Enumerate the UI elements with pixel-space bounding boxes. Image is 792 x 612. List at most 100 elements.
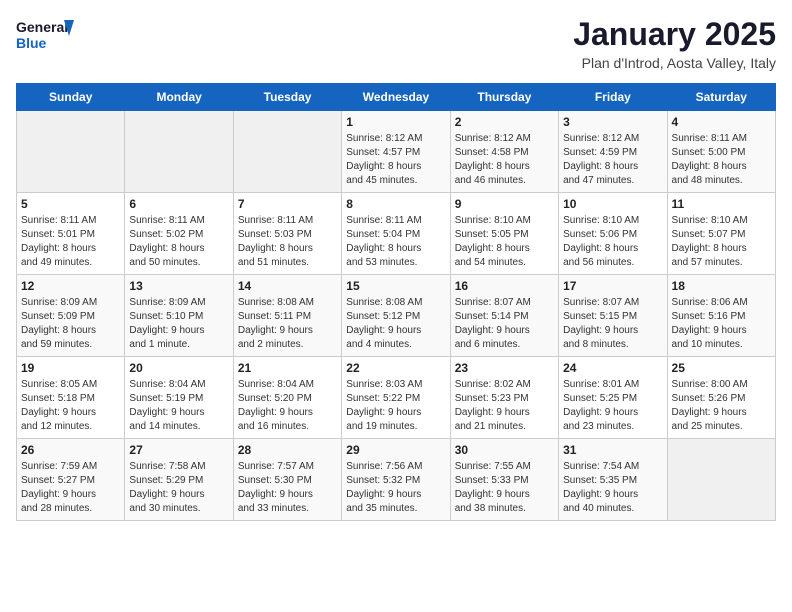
day-info: Sunrise: 8:04 AMSunset: 5:20 PMDaylight:… bbox=[238, 378, 337, 434]
week-row-2: 5 Sunrise: 8:11 AMSunset: 5:01 PMDaylight… bbox=[17, 193, 776, 275]
calendar-cell: 3 Sunrise: 8:12 AMSunset: 4:59 PMDaylight… bbox=[559, 111, 667, 193]
day-number: 22 bbox=[346, 361, 445, 375]
calendar-cell: 23 Sunrise: 8:02 AMSunset: 5:23 PMDayligh… bbox=[450, 357, 558, 439]
day-number: 1 bbox=[346, 115, 445, 129]
day-number: 30 bbox=[455, 443, 554, 457]
day-info: Sunrise: 8:11 AMSunset: 5:02 PMDaylight:… bbox=[129, 214, 228, 270]
calendar-cell: 6 Sunrise: 8:11 AMSunset: 5:02 PMDaylight… bbox=[125, 193, 233, 275]
day-number: 8 bbox=[346, 197, 445, 211]
calendar-cell: 12 Sunrise: 8:09 AMSunset: 5:09 PMDayligh… bbox=[17, 275, 125, 357]
day-info: Sunrise: 7:54 AMSunset: 5:35 PMDaylight:… bbox=[563, 460, 662, 516]
day-header-friday: Friday bbox=[559, 84, 667, 111]
day-info: Sunrise: 8:09 AMSunset: 5:09 PMDaylight:… bbox=[21, 296, 120, 352]
day-number: 14 bbox=[238, 279, 337, 293]
calendar-title: January 2025 bbox=[573, 16, 776, 53]
day-number: 25 bbox=[672, 361, 771, 375]
calendar-cell: 27Sunrise: 7:58 AMSunset: 5:29 PMDayligh… bbox=[125, 439, 233, 521]
calendar-cell: 31 Sunrise: 7:54 AMSunset: 5:35 PMDayligh… bbox=[559, 439, 667, 521]
calendar-cell: 2Sunrise: 8:12 AMSunset: 4:58 PMDaylight… bbox=[450, 111, 558, 193]
day-number: 16 bbox=[455, 279, 554, 293]
calendar-cell: 14 Sunrise: 8:08 AMSunset: 5:11 PMDayligh… bbox=[233, 275, 341, 357]
day-number: 20 bbox=[129, 361, 228, 375]
week-row-5: 26Sunrise: 7:59 AMSunset: 5:27 PMDayligh… bbox=[17, 439, 776, 521]
day-info: Sunrise: 8:07 AMSunset: 5:14 PMDaylight:… bbox=[455, 296, 554, 352]
day-info: Sunrise: 8:11 AMSunset: 5:01 PMDaylight:… bbox=[21, 214, 120, 270]
logo: GeneralBlue bbox=[16, 16, 76, 52]
day-number: 27 bbox=[129, 443, 228, 457]
calendar-cell: 8 Sunrise: 8:11 AMSunset: 5:04 PMDaylight… bbox=[342, 193, 450, 275]
day-number: 19 bbox=[21, 361, 120, 375]
day-number: 5 bbox=[21, 197, 120, 211]
day-number: 17 bbox=[563, 279, 662, 293]
svg-text:General: General bbox=[16, 19, 68, 35]
calendar-cell: 17 Sunrise: 8:07 AMSunset: 5:15 PMDayligh… bbox=[559, 275, 667, 357]
calendar-cell: 9Sunrise: 8:10 AMSunset: 5:05 PMDaylight… bbox=[450, 193, 558, 275]
day-info: Sunrise: 8:00 AMSunset: 5:26 PMDaylight:… bbox=[672, 378, 771, 434]
calendar-cell: 21 Sunrise: 8:04 AMSunset: 5:20 PMDayligh… bbox=[233, 357, 341, 439]
day-info: Sunrise: 8:03 AMSunset: 5:22 PMDaylight:… bbox=[346, 378, 445, 434]
calendar-cell: 1 Sunrise: 8:12 AMSunset: 4:57 PMDaylight… bbox=[342, 111, 450, 193]
calendar-cell: 30Sunrise: 7:55 AMSunset: 5:33 PMDayligh… bbox=[450, 439, 558, 521]
day-info: Sunrise: 7:57 AMSunset: 5:30 PMDaylight:… bbox=[238, 460, 337, 516]
day-number: 11 bbox=[672, 197, 771, 211]
day-number: 4 bbox=[672, 115, 771, 129]
calendar-cell: 11Sunrise: 8:10 AMSunset: 5:07 PMDayligh… bbox=[667, 193, 775, 275]
day-info: Sunrise: 8:12 AMSunset: 4:57 PMDaylight:… bbox=[346, 132, 445, 188]
calendar-cell: 13 Sunrise: 8:09 AMSunset: 5:10 PMDayligh… bbox=[125, 275, 233, 357]
calendar-table: SundayMondayTuesdayWednesdayThursdayFrid… bbox=[16, 83, 776, 521]
day-info: Sunrise: 8:10 AMSunset: 5:05 PMDaylight:… bbox=[455, 214, 554, 270]
day-header-wednesday: Wednesday bbox=[342, 84, 450, 111]
day-info: Sunrise: 8:04 AMSunset: 5:19 PMDaylight:… bbox=[129, 378, 228, 434]
calendar-cell: 15Sunrise: 8:08 AMSunset: 5:12 PMDayligh… bbox=[342, 275, 450, 357]
day-header-monday: Monday bbox=[125, 84, 233, 111]
day-number: 3 bbox=[563, 115, 662, 129]
day-number: 31 bbox=[563, 443, 662, 457]
page-header: GeneralBlue January 2025 Plan d'Introd, … bbox=[16, 16, 776, 71]
week-row-4: 19 Sunrise: 8:05 AMSunset: 5:18 PMDayligh… bbox=[17, 357, 776, 439]
day-number: 26 bbox=[21, 443, 120, 457]
calendar-cell: 22 Sunrise: 8:03 AMSunset: 5:22 PMDayligh… bbox=[342, 357, 450, 439]
day-info: Sunrise: 8:09 AMSunset: 5:10 PMDaylight:… bbox=[129, 296, 228, 352]
day-number: 12 bbox=[21, 279, 120, 293]
day-number: 23 bbox=[455, 361, 554, 375]
day-info: Sunrise: 8:01 AMSunset: 5:25 PMDaylight:… bbox=[563, 378, 662, 434]
day-number: 10 bbox=[563, 197, 662, 211]
calendar-cell bbox=[233, 111, 341, 193]
week-row-1: 1 Sunrise: 8:12 AMSunset: 4:57 PMDaylight… bbox=[17, 111, 776, 193]
day-number: 6 bbox=[129, 197, 228, 211]
day-number: 13 bbox=[129, 279, 228, 293]
svg-text:Blue: Blue bbox=[16, 35, 47, 51]
day-info: Sunrise: 8:12 AMSunset: 4:59 PMDaylight:… bbox=[563, 132, 662, 188]
days-header-row: SundayMondayTuesdayWednesdayThursdayFrid… bbox=[17, 84, 776, 111]
day-info: Sunrise: 8:12 AMSunset: 4:58 PMDaylight:… bbox=[455, 132, 554, 188]
day-number: 24 bbox=[563, 361, 662, 375]
day-header-thursday: Thursday bbox=[450, 84, 558, 111]
logo-svg: GeneralBlue bbox=[16, 16, 76, 52]
day-info: Sunrise: 8:11 AMSunset: 5:04 PMDaylight:… bbox=[346, 214, 445, 270]
calendar-cell: 4Sunrise: 8:11 AMSunset: 5:00 PMDaylight… bbox=[667, 111, 775, 193]
title-area: January 2025 Plan d'Introd, Aosta Valley… bbox=[573, 16, 776, 71]
day-header-sunday: Sunday bbox=[17, 84, 125, 111]
day-info: Sunrise: 8:05 AMSunset: 5:18 PMDaylight:… bbox=[21, 378, 120, 434]
calendar-cell: 16 Sunrise: 8:07 AMSunset: 5:14 PMDayligh… bbox=[450, 275, 558, 357]
calendar-cell: 24 Sunrise: 8:01 AMSunset: 5:25 PMDayligh… bbox=[559, 357, 667, 439]
day-info: Sunrise: 8:06 AMSunset: 5:16 PMDaylight:… bbox=[672, 296, 771, 352]
day-number: 21 bbox=[238, 361, 337, 375]
week-row-3: 12 Sunrise: 8:09 AMSunset: 5:09 PMDayligh… bbox=[17, 275, 776, 357]
calendar-cell bbox=[125, 111, 233, 193]
calendar-cell: 29Sunrise: 7:56 AMSunset: 5:32 PMDayligh… bbox=[342, 439, 450, 521]
day-info: Sunrise: 8:08 AMSunset: 5:11 PMDaylight:… bbox=[238, 296, 337, 352]
day-info: Sunrise: 8:07 AMSunset: 5:15 PMDaylight:… bbox=[563, 296, 662, 352]
day-info: Sunrise: 7:56 AMSunset: 5:32 PMDaylight:… bbox=[346, 460, 445, 516]
day-info: Sunrise: 8:11 AMSunset: 5:03 PMDaylight:… bbox=[238, 214, 337, 270]
calendar-cell: 18Sunrise: 8:06 AMSunset: 5:16 PMDayligh… bbox=[667, 275, 775, 357]
calendar-cell: 28 Sunrise: 7:57 AMSunset: 5:30 PMDayligh… bbox=[233, 439, 341, 521]
day-number: 28 bbox=[238, 443, 337, 457]
day-header-tuesday: Tuesday bbox=[233, 84, 341, 111]
calendar-cell: 20 Sunrise: 8:04 AMSunset: 5:19 PMDayligh… bbox=[125, 357, 233, 439]
day-number: 7 bbox=[238, 197, 337, 211]
calendar-cell: 26Sunrise: 7:59 AMSunset: 5:27 PMDayligh… bbox=[17, 439, 125, 521]
calendar-cell bbox=[17, 111, 125, 193]
day-info: Sunrise: 8:08 AMSunset: 5:12 PMDaylight:… bbox=[346, 296, 445, 352]
day-info: Sunrise: 8:02 AMSunset: 5:23 PMDaylight:… bbox=[455, 378, 554, 434]
